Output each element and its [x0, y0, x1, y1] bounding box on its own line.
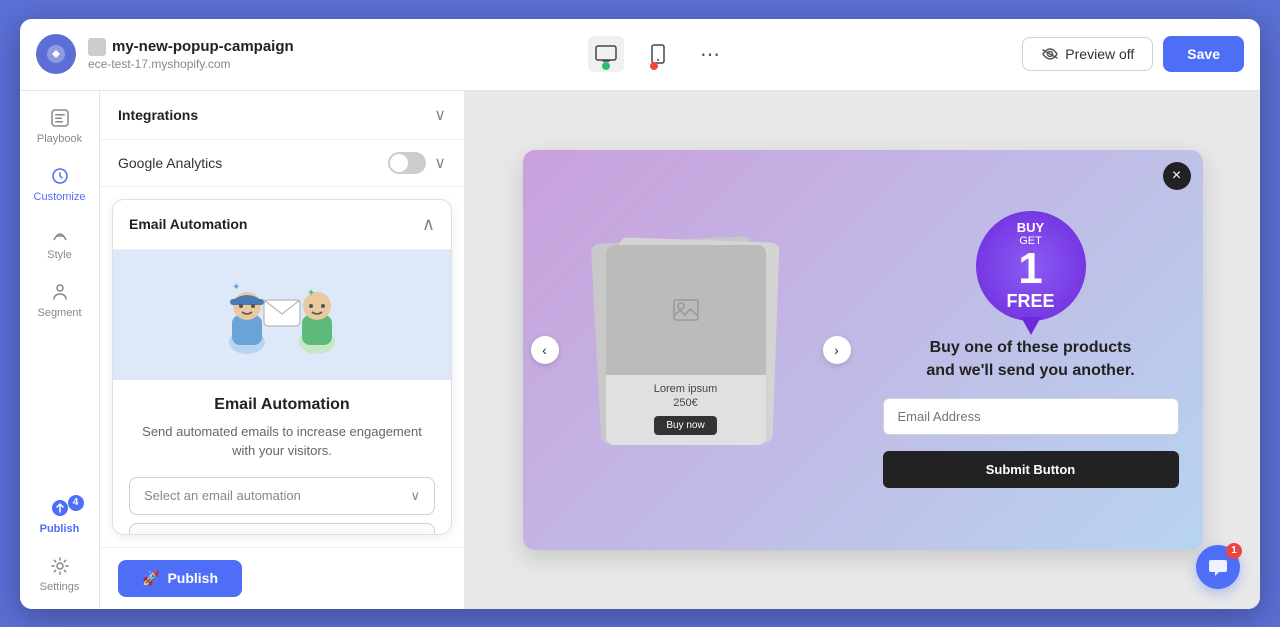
- popup-preview: × ‹: [523, 150, 1203, 550]
- publish-label: Publish: [167, 570, 218, 586]
- popup-offer-section: BUY GET 1 FREE Buy one of these products…: [859, 150, 1203, 550]
- body-area: Playbook Customize Style: [20, 91, 1260, 609]
- popup-product-carousel: ‹: [523, 150, 859, 550]
- rocket-icon: 🚀: [142, 570, 159, 587]
- customize-label: Customize: [34, 191, 86, 203]
- sidebar-item-playbook[interactable]: Playbook: [28, 99, 92, 153]
- product-image: [606, 245, 766, 375]
- chat-badge: 1: [1226, 543, 1242, 559]
- mobile-status-dot: [650, 62, 658, 70]
- product-name: Lorem ipsum: [654, 383, 718, 395]
- submit-btn[interactable]: Submit Button: [883, 451, 1179, 488]
- desktop-status-dot: [602, 62, 610, 70]
- sidebar-item-settings[interactable]: Settings: [28, 547, 92, 601]
- product-info: Lorem ipsum 250€ Buy now: [646, 375, 726, 443]
- google-analytics-row: Google Analytics ∨: [100, 140, 464, 187]
- customize-icon: [49, 165, 71, 187]
- create-new-btn[interactable]: ⊕ Create new: [129, 523, 435, 535]
- settings-label: Settings: [40, 581, 80, 593]
- badge-buy-text: BUY: [1017, 220, 1044, 235]
- sidebar-item-publish[interactable]: 4 Publish: [28, 489, 92, 543]
- site-icon: [88, 38, 106, 56]
- email-automation-illustration: ✦ ✦: [113, 250, 451, 380]
- mobile-view-btn[interactable]: [640, 36, 676, 72]
- publish-btn[interactable]: 🚀 Publish: [118, 560, 242, 597]
- segment-icon: [49, 281, 71, 303]
- email-automation-description: Send automated emails to increase engage…: [129, 422, 435, 461]
- domain: ece-test-17.myshopify.com: [88, 57, 294, 71]
- app-logo: [36, 34, 76, 74]
- header-actions: Preview off Save: [1022, 36, 1244, 72]
- playbook-label: Playbook: [37, 133, 82, 145]
- canvas-area: × ‹: [465, 91, 1260, 609]
- select-placeholder: Select an email automation: [144, 488, 301, 503]
- header: my-new-popup-campaign ece-test-17.myshop…: [20, 19, 1260, 91]
- segment-label: Segment: [37, 307, 81, 319]
- email-automation-card-header[interactable]: Email Automation ∧: [113, 200, 451, 250]
- sidebar-item-customize[interactable]: Customize: [28, 157, 92, 211]
- chat-icon: [1207, 556, 1229, 578]
- buy-now-btn[interactable]: Buy now: [654, 416, 716, 435]
- carousel-prev-btn[interactable]: ‹: [531, 336, 559, 364]
- google-analytics-label: Google Analytics: [118, 155, 222, 171]
- email-automation-card-title: Email Automation: [129, 216, 248, 232]
- publish-badge: 4: [68, 495, 84, 511]
- integrations-panel: Integrations ∨ Google Analytics ∨ Email …: [100, 91, 465, 609]
- more-options-btn[interactable]: ⋯: [692, 36, 728, 72]
- email-automation-heading: Email Automation: [129, 396, 435, 414]
- close-icon: ×: [1172, 168, 1181, 184]
- badge-tail: [1021, 317, 1041, 335]
- style-label: Style: [47, 249, 71, 261]
- integrations-title: Integrations: [118, 107, 198, 123]
- campaign-name: my-new-popup-campaign: [112, 38, 294, 55]
- carousel-next-btn[interactable]: ›: [823, 336, 851, 364]
- popup-headline: Buy one of these products and we'll send…: [926, 337, 1134, 382]
- badge-one-text: 1: [1018, 247, 1042, 291]
- publish-footer: 🚀 Publish: [100, 547, 464, 609]
- email-automation-body: Email Automation Send automated emails t…: [113, 380, 451, 477]
- sidebar-item-style[interactable]: Style: [28, 215, 92, 269]
- badge-free-text: FREE: [1006, 291, 1054, 312]
- popup-headline-line1: Buy one of these products: [930, 339, 1132, 356]
- style-icon: [49, 223, 71, 245]
- integrations-section-header[interactable]: Integrations ∨: [100, 91, 464, 140]
- preview-label: Preview off: [1065, 46, 1134, 62]
- email-automation-select[interactable]: Select an email automation ∨: [129, 477, 435, 515]
- google-analytics-toggle[interactable]: [388, 152, 426, 174]
- email-automation-card: Email Automation ∧: [112, 199, 452, 535]
- playbook-icon: [49, 107, 71, 129]
- chat-widget[interactable]: 1: [1196, 545, 1240, 589]
- app-window: my-new-popup-campaign ece-test-17.myshop…: [20, 19, 1260, 609]
- save-btn[interactable]: Save: [1163, 36, 1244, 72]
- preview-toggle-btn[interactable]: Preview off: [1022, 37, 1153, 71]
- sidebar-item-segment[interactable]: Segment: [28, 273, 92, 327]
- select-chevron: ∨: [410, 488, 420, 504]
- product-cards-stack: Lorem ipsum 250€ Buy now: [601, 240, 781, 460]
- site-info: my-new-popup-campaign ece-test-17.myshop…: [88, 38, 294, 71]
- publish-icon: [49, 497, 71, 519]
- integrations-chevron: ∨: [434, 105, 446, 125]
- email-automation-collapse-btn[interactable]: ∧: [422, 214, 435, 235]
- offer-badge: BUY GET 1 FREE: [976, 211, 1086, 321]
- product-price: 250€: [654, 397, 718, 409]
- sidebar-nav: Playbook Customize Style: [20, 91, 100, 609]
- google-analytics-chevron: ∨: [434, 153, 446, 173]
- settings-icon: [49, 555, 71, 577]
- product-card-front: Lorem ipsum 250€ Buy now: [606, 245, 766, 445]
- publish-nav-label: Publish: [40, 523, 80, 535]
- email-address-input[interactable]: [883, 398, 1179, 435]
- svg-text:✦: ✦: [307, 288, 315, 299]
- device-switcher: ⋯: [294, 36, 1023, 72]
- popup-close-btn[interactable]: ×: [1163, 162, 1191, 190]
- desktop-view-btn[interactable]: [588, 36, 624, 72]
- svg-text:✦: ✦: [232, 282, 240, 293]
- popup-headline-line2: and we'll send you another.: [926, 362, 1134, 379]
- email-illustration-svg: ✦ ✦: [202, 270, 362, 360]
